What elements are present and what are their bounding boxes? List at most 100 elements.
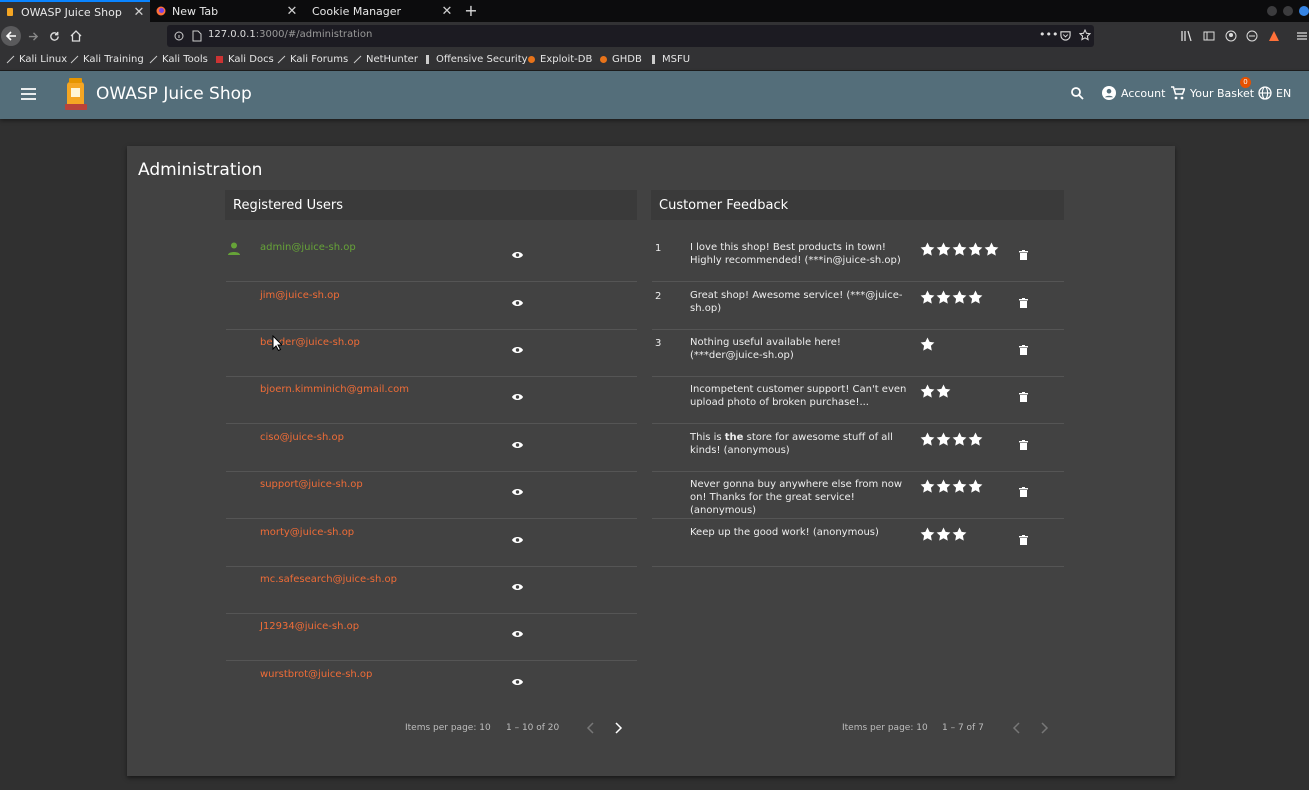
user-email[interactable]: J12934@juice-sh.op: [260, 621, 359, 632]
sidebar-icon[interactable]: [1203, 30, 1215, 42]
search-icon[interactable]: [1071, 87, 1084, 100]
star-icon: [920, 337, 935, 351]
user-email[interactable]: bjoern.kimminich@gmail.com: [260, 384, 409, 395]
user-email[interactable]: admin@juice-sh.op: [260, 242, 356, 253]
bookmark-label: GHDB: [612, 54, 642, 65]
close-tab-icon[interactable]: ✕: [440, 4, 454, 19]
library-icon[interactable]: [1181, 30, 1193, 42]
bookmark-nethunter[interactable]: NetHunter: [353, 54, 418, 65]
pocket-icon[interactable]: [1060, 30, 1071, 41]
forward-button[interactable]: [24, 27, 42, 45]
eye-icon[interactable]: [512, 488, 523, 496]
basket-button[interactable]: Your Basket: [1171, 86, 1254, 100]
hamburger-menu-icon[interactable]: [1296, 30, 1308, 42]
eye-icon[interactable]: [512, 583, 523, 591]
chevron-right-icon[interactable]: [1040, 721, 1049, 735]
menu-icon[interactable]: [21, 88, 36, 100]
bookmark-msfu[interactable]: MSFU: [649, 54, 690, 65]
delete-icon[interactable]: [1019, 345, 1028, 355]
app-brand-title[interactable]: OWASP Juice Shop: [96, 84, 252, 104]
extension-icon[interactable]: [1246, 30, 1258, 42]
tab-owasp-juice-shop[interactable]: OWASP Juice Shop ✕: [0, 0, 150, 22]
eye-icon[interactable]: [512, 678, 523, 686]
eye-icon[interactable]: [512, 346, 523, 354]
bookmark-kali-docs[interactable]: Kali Docs: [215, 54, 274, 65]
table-row: support@juice-sh.op: [226, 472, 637, 519]
account-button[interactable]: Account: [1102, 86, 1165, 100]
firefox-icon: [156, 6, 166, 16]
info-icon[interactable]: [174, 31, 184, 41]
basket-label: Your Basket: [1190, 86, 1255, 100]
star-icon: [984, 242, 999, 256]
eye-icon[interactable]: [512, 536, 523, 544]
tab-cookie-manager[interactable]: Cookie Manager ✕: [304, 0, 458, 22]
page-actions-icon[interactable]: •••: [1039, 28, 1058, 41]
rating-stars: [920, 479, 983, 493]
bookmark-kali-tools[interactable]: Kali Tools: [149, 54, 208, 65]
feedback-items-per-page[interactable]: Items per page: 10: [842, 723, 928, 733]
bookmark-kali-forums[interactable]: Kali Forums: [277, 54, 348, 65]
user-email[interactable]: jim@juice-sh.op: [260, 290, 340, 301]
eye-icon[interactable]: [512, 299, 523, 307]
bookmark-exploit-db[interactable]: Exploit-DB: [527, 54, 592, 65]
user-email[interactable]: support@juice-sh.op: [260, 479, 363, 490]
maximize-window-button[interactable]: [1283, 6, 1293, 16]
bookmark-label: MSFU: [662, 54, 691, 65]
browser-tab-bar: OWASP Juice Shop ✕ New Tab ✕ Cookie Mana…: [0, 0, 1309, 22]
close-tab-icon[interactable]: ✕: [132, 5, 146, 20]
bookmark-offensive-security[interactable]: Offensive Security: [423, 54, 528, 65]
user-email[interactable]: wurstbrot@juice-sh.op: [260, 669, 372, 680]
table-row: J12934@juice-sh.op: [226, 614, 637, 661]
star-icon: [920, 479, 935, 493]
close-window-button[interactable]: [1299, 6, 1309, 16]
table-row: wurstbrot@juice-sh.op: [226, 662, 637, 709]
delete-icon[interactable]: [1019, 487, 1028, 497]
eye-icon[interactable]: [512, 393, 523, 401]
juice-shop-logo-icon[interactable]: [58, 76, 92, 112]
feedback-page-range: 1 – 7 of 7: [942, 723, 984, 733]
tab-new-tab[interactable]: New Tab ✕: [151, 0, 303, 22]
account-icon[interactable]: [1225, 30, 1237, 42]
delete-icon[interactable]: [1019, 250, 1028, 260]
bookmark-star-icon[interactable]: [1079, 29, 1091, 41]
eye-icon[interactable]: [512, 251, 523, 259]
arrow-right-icon: [28, 31, 38, 41]
account-circle-icon: [1102, 86, 1116, 100]
eye-icon[interactable]: [512, 441, 523, 449]
feedback-comment: Great shop! Awesome service! (***@juice-…: [690, 290, 903, 314]
table-row: Never gonna buy anywhere else from now o…: [652, 472, 1064, 519]
chevron-right-icon[interactable]: [614, 721, 623, 735]
bookmark-label: Exploit-DB: [540, 54, 593, 65]
user-email[interactable]: ciso@juice-sh.op: [260, 432, 344, 443]
delete-icon[interactable]: [1019, 440, 1028, 450]
chevron-left-icon[interactable]: [586, 721, 595, 735]
rating-stars: [920, 337, 935, 351]
user-email[interactable]: morty@juice-sh.op: [260, 527, 354, 538]
reload-button[interactable]: [45, 27, 63, 45]
delete-icon[interactable]: [1019, 535, 1028, 545]
star-icon: [952, 432, 967, 446]
user-email[interactable]: mc.safesearch@juice-sh.op: [260, 574, 397, 585]
rating-stars: [920, 242, 999, 256]
minimize-window-button[interactable]: [1267, 6, 1277, 16]
delete-icon[interactable]: [1019, 298, 1028, 308]
home-button[interactable]: [67, 27, 85, 45]
language-button[interactable]: EN: [1258, 86, 1291, 100]
close-tab-icon[interactable]: ✕: [285, 4, 299, 19]
kali-dragon-icon: [149, 55, 158, 64]
url-bar[interactable]: 127.0.0.1:3000/#/administration •••: [167, 25, 1094, 47]
language-label: EN: [1276, 86, 1292, 100]
users-items-per-page[interactable]: Items per page: 10: [405, 723, 491, 733]
back-button[interactable]: [1, 26, 21, 46]
new-tab-button[interactable]: +: [462, 2, 480, 20]
eye-icon[interactable]: [512, 630, 523, 638]
bookmark-kali-training[interactable]: Kali Training: [70, 54, 144, 65]
delete-icon[interactable]: [1019, 392, 1028, 402]
cookie-extension-icon[interactable]: [1268, 30, 1280, 42]
bookmark-kali-linux[interactable]: Kali Linux: [6, 54, 67, 65]
bookmark-ghdb[interactable]: GHDB: [599, 54, 642, 65]
star-icon: [952, 290, 967, 304]
mouse-cursor-icon: [272, 335, 282, 351]
chevron-left-icon[interactable]: [1012, 721, 1021, 735]
star-icon: [968, 290, 983, 304]
